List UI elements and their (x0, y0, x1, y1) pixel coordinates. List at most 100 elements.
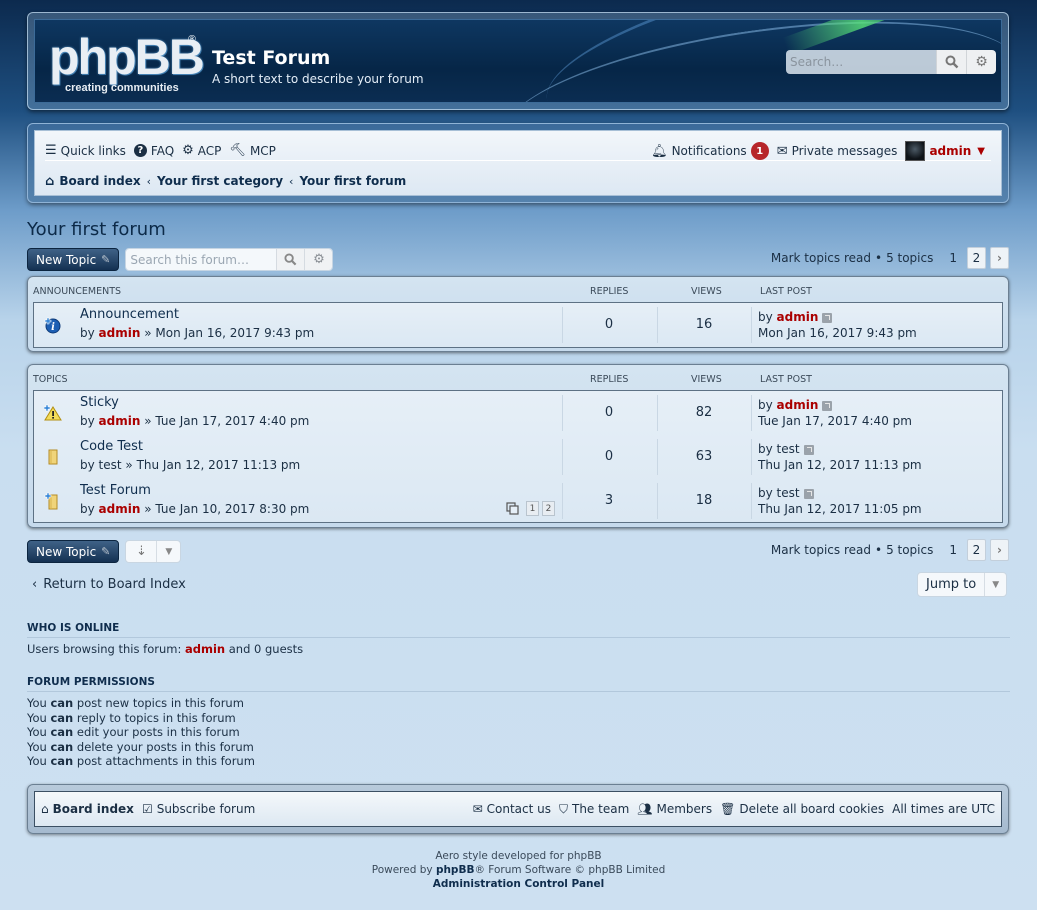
acp-link[interactable]: ⚙ ACP (182, 143, 221, 158)
goto-last-post-icon[interactable] (822, 400, 833, 411)
column-divider (751, 395, 752, 431)
jump-to-label: Jump to (926, 577, 977, 592)
goto-last-post-icon[interactable] (803, 488, 814, 499)
next-page-button[interactable]: › (990, 247, 1009, 269)
footer-board-index-link[interactable]: ⌂ Board index (41, 802, 134, 816)
topic-author-link[interactable]: admin (99, 502, 141, 516)
quick-links-button[interactable]: ☰ Quick links (45, 143, 126, 158)
topic-title-link[interactable]: Sticky (80, 395, 119, 410)
question-circle-icon: ? (133, 144, 147, 157)
page-current: 1 (949, 543, 957, 557)
members-link[interactable]: 👥︎ Members (637, 802, 712, 816)
site-logo[interactable]: phpBB ® creating communities (49, 32, 205, 94)
topic-author-link[interactable]: admin (99, 414, 141, 428)
topic-page-link[interactable]: 2 (542, 501, 555, 516)
last-post-date: Tue Jan 17, 2017 4:40 pm (758, 414, 912, 428)
mcp-label: MCP (249, 143, 276, 158)
breadcrumb-label: Board index (59, 174, 141, 188)
chevron-left-icon: ‹ (289, 174, 294, 188)
next-page-button[interactable]: › (990, 539, 1009, 561)
sort-options-button[interactable]: ⇣ ▼ (125, 540, 182, 563)
forum-search-input[interactable] (126, 249, 277, 270)
breadcrumb-category[interactable]: Your first category (157, 174, 283, 188)
quick-links-label: Quick links (60, 143, 126, 158)
page-link-2[interactable]: 2 (967, 539, 986, 561)
topic-page-link[interactable]: 1 (526, 501, 539, 516)
header-advanced-search-button[interactable]: ⚙ (966, 50, 996, 74)
mark-topics-read-link[interactable]: Mark topics read (771, 543, 871, 557)
goto-last-post-icon[interactable] (822, 312, 833, 323)
mcp-link[interactable]: 🔨︎ MCP (229, 143, 275, 158)
forum-search: ⚙ (125, 248, 334, 271)
online-user-link[interactable]: admin (185, 642, 225, 656)
username-menu[interactable]: admin (929, 144, 971, 158)
last-post-date: Thu Jan 12, 2017 11:05 pm (758, 502, 922, 516)
notifications-button[interactable]: 🔔︎ Notifications (651, 144, 747, 159)
topic-author-link[interactable]: test (99, 458, 122, 472)
by-label: by (80, 458, 95, 472)
new-topic-button[interactable]: New Topic ✎ (27, 540, 120, 563)
style-credit-line: Aero style developed for phpBB (435, 850, 602, 862)
sticky-icon (44, 404, 62, 421)
goto-last-post-icon[interactable] (803, 444, 814, 455)
gavel-icon: 🔨︎ (229, 143, 246, 158)
pagination-top: Mark topics read • 5 topics 1 2 › (771, 247, 1009, 269)
topic-row: Code Test by test » Thu Jan 12, 2017 11:… (34, 435, 1002, 479)
delete-cookies-link[interactable]: 🗑︎ Delete all board cookies (720, 802, 884, 816)
who-is-online-text: Users browsing this forum: admin and 0 g… (27, 642, 303, 657)
header-search-input[interactable] (786, 50, 936, 74)
admin-control-panel-link[interactable]: Administration Control Panel (433, 878, 605, 890)
last-post-author-link[interactable]: test (777, 486, 800, 500)
shield-icon: ⛉ (558, 801, 568, 816)
topic-title-link[interactable]: Code Test (80, 439, 143, 454)
navbar: ☰ Quick links ? FAQ ⚙ ACP 🔨︎ MCP 🔔︎ Noti… (27, 123, 1009, 203)
subscribe-forum-link[interactable]: ☑ Subscribe forum (142, 802, 255, 816)
new-topic-button[interactable]: New Topic ✎ (27, 248, 120, 271)
search-icon (945, 55, 958, 69)
last-post-author-link[interactable]: test (777, 442, 800, 456)
topic-mine-icon (44, 492, 58, 510)
permission-line: You can reply to topics in this forum (27, 710, 236, 725)
topic-title-link[interactable]: Test Forum (80, 483, 151, 498)
col-replies-header: REPLIES (590, 285, 629, 297)
by-label: by (80, 502, 95, 516)
return-to-board-index-link[interactable]: ‹ Return to Board Index (32, 577, 186, 592)
breadcrumb-board-index[interactable]: ⌂ Board index (45, 174, 141, 189)
site-title[interactable]: Test Forum (212, 47, 330, 69)
team-label: The team (572, 802, 630, 816)
topic-date: » Tue Jan 17, 2017 4:40 pm (144, 414, 310, 428)
gear-icon: ⚙ (313, 252, 325, 267)
jump-to-dropdown[interactable]: Jump to ▼ (917, 572, 1008, 597)
cogs-icon: ⚙ (182, 143, 194, 158)
hamburger-icon: ☰ (45, 143, 57, 158)
users-icon: 👥︎ (637, 802, 653, 816)
last-post: by admin Mon Jan 16, 2017 9:43 pm (758, 309, 917, 341)
page-title[interactable]: Your first forum (27, 219, 166, 240)
by-label: by (758, 486, 773, 500)
forum-advanced-search-button[interactable]: ⚙ (304, 249, 333, 270)
topic-title-link[interactable]: Announcement (80, 307, 179, 322)
site-description: A short text to describe your forum (212, 72, 424, 86)
navbar-user-area: 🔔︎ Notifications 1 ✉ Private messages ad… (651, 141, 985, 161)
header-search-button[interactable] (936, 50, 966, 74)
topic-author-link[interactable]: admin (99, 326, 141, 340)
caret-down-icon[interactable]: ▼ (977, 146, 985, 157)
the-team-link[interactable]: ⛉ The team (559, 802, 629, 817)
mark-topics-read-link[interactable]: Mark topics read (771, 251, 871, 265)
style-name-link[interactable]: Aero (435, 850, 459, 862)
avatar[interactable] (905, 141, 926, 161)
new-topic-label: New Topic (36, 544, 97, 559)
contact-us-link[interactable]: ✉ Contact us (473, 802, 551, 816)
replies-count: 0 (604, 317, 614, 332)
phpbb-link[interactable]: phpBB (436, 864, 475, 876)
last-post-author-link[interactable]: admin (777, 398, 819, 412)
breadcrumb-forum[interactable]: Your first forum (299, 174, 406, 188)
last-post-author-link[interactable]: admin (777, 310, 819, 324)
private-messages-link[interactable]: ✉ Private messages (777, 144, 898, 159)
page-link-2[interactable]: 2 (967, 247, 986, 269)
topic-row: Sticky by admin » Tue Jan 17, 2017 4:40 … (34, 391, 1002, 435)
faq-link[interactable]: ? FAQ (133, 144, 174, 158)
last-post: by admin Tue Jan 17, 2017 4:40 pm (758, 397, 912, 429)
forum-search-button[interactable] (276, 249, 305, 270)
topic-meta: by admin » Tue Jan 17, 2017 4:40 pm (80, 414, 309, 428)
